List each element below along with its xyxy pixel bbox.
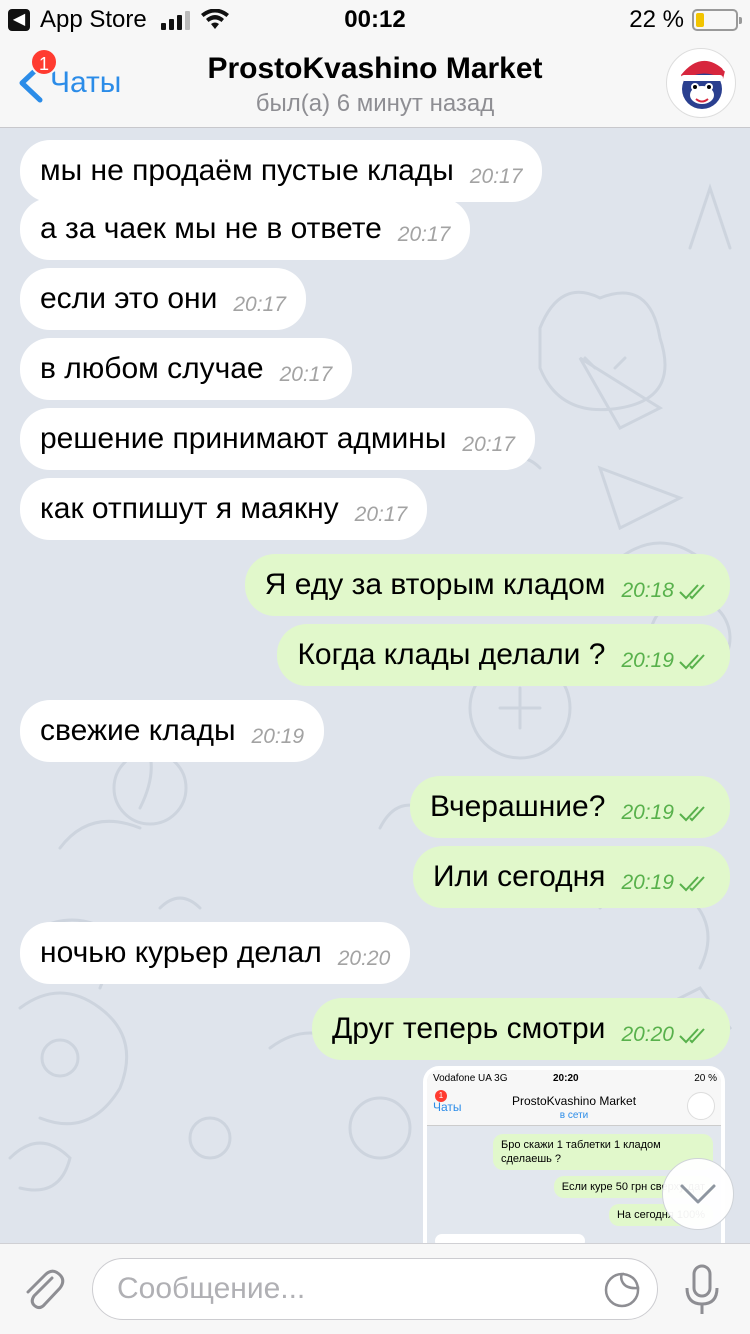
read-ticks-icon [679, 806, 705, 822]
microphone-icon[interactable] [682, 1262, 722, 1318]
message-time: 20:19 [621, 649, 674, 672]
message-text: если это они [40, 282, 218, 315]
status-bar: ◀ App Store 00:12 22 % [0, 0, 750, 42]
thumb-carrier: Vodafone UA 3G [433, 1073, 508, 1084]
message-time: 20:17 [469, 165, 523, 188]
message-text: в любом случае [40, 352, 264, 385]
message-bubble-outgoing[interactable]: Когда клады делали ? 20:19 [277, 624, 730, 686]
message-time: 20:19 [621, 871, 674, 894]
thumb-status-bar: Vodafone UA 3G 20:20 20 % [427, 1070, 721, 1088]
sticker-icon[interactable] [603, 1271, 641, 1309]
thumb-header: Чаты 1 ProstoKvashino Market в сети [427, 1088, 721, 1126]
message-field[interactable] [92, 1258, 658, 1320]
thumb-subtitle: в сети [559, 1110, 589, 1121]
chat-title[interactable]: ProstoKvashino Market [0, 52, 750, 86]
chat-status: был(а) 6 минут назад [255, 90, 495, 117]
message-time: 20:20 [621, 1023, 674, 1046]
thumb-avatar [687, 1092, 715, 1120]
chat-header: Чаты 1 ProstoKvashino Market был(а) 6 ми… [0, 42, 750, 128]
thumb-message-partial [435, 1234, 585, 1243]
message-text: Вчерашние? [429, 790, 606, 823]
message-bubble-outgoing[interactable]: Вчерашние? 20:19 [409, 776, 730, 838]
message-time: 20:20 [337, 947, 391, 970]
avatar[interactable] [666, 48, 736, 118]
battery-percent: 22 % [629, 6, 684, 33]
message-time: 20:17 [233, 293, 286, 316]
message-bubble-incoming[interactable]: если это они 20:17 [20, 268, 306, 330]
message-text: решение принимают админы [40, 422, 447, 455]
read-ticks-icon [679, 654, 705, 670]
message-bubble-outgoing[interactable]: Друг теперь смотри 20:20 [311, 998, 730, 1060]
chevron-down-icon [680, 1184, 716, 1204]
message-time: 20:17 [279, 363, 333, 386]
message-bubble-incoming[interactable]: решение принимают админы 20:17 [20, 408, 535, 470]
paperclip-icon[interactable] [18, 1264, 68, 1314]
message-time: 20:19 [251, 725, 305, 748]
message-text: свежие клады [40, 714, 236, 747]
message-text: а за чаек мы не в ответе [40, 212, 382, 245]
message-time: 20:19 [621, 801, 674, 824]
cat-avatar-icon [681, 60, 732, 109]
message-text: ночью курьер делал [40, 936, 322, 969]
message-time: 20:18 [621, 579, 674, 602]
message-bubble-incoming[interactable]: а за чаек мы не в ответе 20:17 [20, 198, 471, 260]
battery-icon [692, 9, 742, 31]
message-text: Или сегодня [432, 860, 606, 893]
thumb-title: ProstoKvashino Market [511, 1094, 637, 1108]
read-ticks-icon [679, 1028, 705, 1044]
message-bubble-incoming[interactable]: мы не продаём пустые клады 20:17 [20, 140, 543, 202]
message-text: Я еду за вторым кладом [264, 568, 606, 601]
message-time: 20:17 [397, 223, 451, 246]
message-text: мы не продаём пустые клады [40, 154, 454, 187]
message-text: Когда клады делали ? [297, 638, 606, 671]
status-right: 22 % [629, 6, 742, 34]
message-bubble-incoming[interactable]: в любом случае 20:17 [20, 338, 353, 400]
thumb-battery: 20 % [694, 1073, 717, 1084]
message-bubble-incoming[interactable]: ночью курьер делал 20:20 [20, 922, 411, 984]
message-bubble-incoming[interactable]: свежие клады 20:19 [20, 700, 325, 762]
message-bubble-incoming[interactable]: как отпишут я маякну 20:17 [20, 478, 428, 540]
message-input-bar [0, 1243, 750, 1334]
message-time: 20:17 [354, 503, 408, 526]
read-ticks-icon [679, 584, 705, 600]
message-list[interactable]: мы не продаём пустые клады 20:17 а за ча… [0, 128, 750, 1243]
scroll-to-bottom-button[interactable] [662, 1158, 734, 1230]
message-text: Друг теперь смотри [331, 1012, 606, 1045]
message-bubble-outgoing[interactable]: Я еду за вторым кладом 20:18 [244, 554, 730, 616]
message-text: как отпишут я маякну [40, 492, 339, 525]
thumb-time: 20:20 [553, 1073, 579, 1084]
message-time: 20:17 [462, 433, 515, 456]
message-input[interactable] [117, 1259, 587, 1319]
message-bubble-outgoing[interactable]: Или сегодня 20:19 [412, 846, 730, 908]
read-ticks-icon [679, 876, 705, 892]
